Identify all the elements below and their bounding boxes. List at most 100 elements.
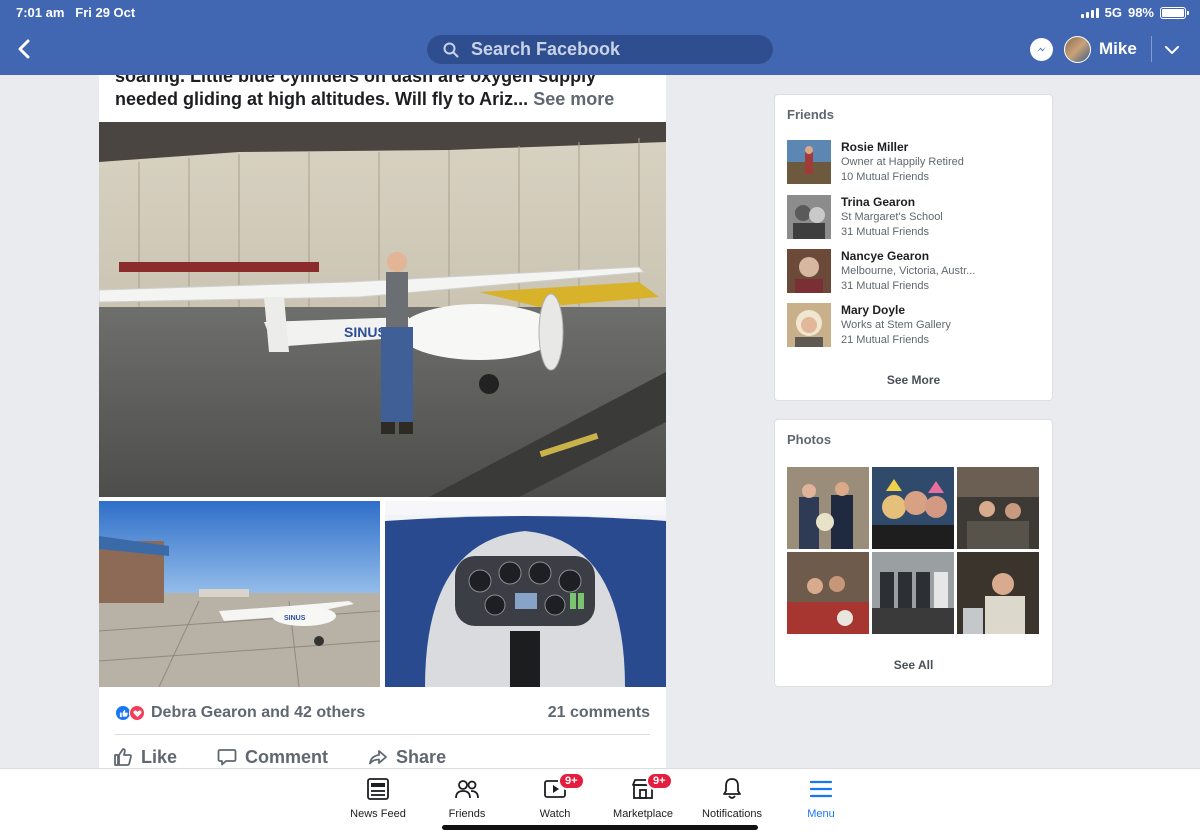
photo-grid (787, 467, 1040, 634)
reactions-text: Debra Gearon and 42 others (151, 704, 366, 721)
account-menu-button[interactable] (1160, 38, 1184, 62)
share-button[interactable]: Share (368, 747, 446, 768)
battery-icon (1160, 6, 1189, 19)
marketplace-badge: 9+ (646, 772, 673, 790)
friend-subtitle: Works at Stem Gallery (841, 319, 951, 331)
post-card: soaring. Little blue cylinders on dash a… (99, 75, 666, 768)
photos-card: Photos See All (775, 420, 1052, 686)
tab-marketplace[interactable]: 9+ Marketplace (599, 772, 687, 820)
glider-livery-text: SINUS (344, 324, 387, 340)
friend-name: Mary Doyle (841, 303, 906, 317)
profile-avatar[interactable] (1064, 36, 1091, 63)
back-arrow-icon (18, 39, 30, 59)
apron-glider-livery-text: SINUS (284, 615, 306, 622)
battery-percent: 98% (1127, 5, 1154, 20)
comments-count-link[interactable]: 21 comments (548, 704, 650, 722)
photo-thumbnail[interactable] (872, 467, 954, 549)
tab-label: News Feed (350, 808, 406, 820)
friends-card: Friends Rosie Miller Owner at Happily Re… (775, 95, 1052, 400)
friend-avatar (787, 303, 831, 347)
news-feed-icon (365, 776, 391, 802)
friend-item[interactable]: Mary Doyle Works at Stem Gallery 21 Mutu… (787, 303, 1042, 349)
glider-apron-image: SINUS (99, 501, 380, 687)
friend-mutual-count: 10 Mutual Friends (841, 171, 930, 183)
friend-subtitle: St Margaret's School (841, 211, 943, 223)
bell-icon (719, 776, 745, 802)
friend-mutual-count: 21 Mutual Friends (841, 334, 930, 346)
tab-notifications[interactable]: Notifications (688, 776, 776, 820)
tab-menu[interactable]: Menu (777, 776, 865, 820)
photo-thumbnail[interactable] (787, 552, 869, 634)
tab-label: Marketplace (613, 808, 673, 820)
post-photo-hangar[interactable]: SINUS (99, 122, 666, 497)
like-button[interactable]: Like (113, 747, 177, 768)
comment-icon (217, 749, 237, 766)
see-more-link[interactable]: See more (533, 89, 614, 109)
cockpit-panel-image (385, 501, 666, 687)
friend-mutual-count: 31 Mutual Friends (841, 226, 930, 238)
back-button[interactable] (12, 36, 36, 62)
post-photo-apron[interactable]: SINUS (99, 501, 380, 687)
battery-level (1162, 8, 1184, 17)
friend-item[interactable]: Trina Gearon St Margaret's School 31 Mut… (787, 195, 1042, 241)
comment-label: Comment (245, 746, 329, 767)
post-actions: Like Comment Share (113, 745, 653, 768)
tab-label: Notifications (702, 808, 762, 820)
profile-name[interactable]: Mike (1099, 39, 1137, 59)
photos-card-title: Photos (787, 432, 832, 447)
photo-thumbnail[interactable] (872, 552, 954, 634)
marketplace-icon: 9+ (630, 772, 673, 802)
post-text-line-2: needed gliding at high altitudes. Will f… (115, 88, 655, 111)
post-text-line-1: soaring. Little blue cylinders on dash a… (115, 75, 597, 86)
watch-icon: 9+ (542, 772, 585, 802)
top-navigation-bar: 7:01 am Fri 29 Oct 5G 98% Mike (0, 0, 1200, 75)
home-indicator[interactable] (442, 825, 758, 830)
thumbs-up-icon (114, 748, 132, 766)
tab-news-feed[interactable]: News Feed (334, 776, 422, 820)
hangar-glider-image: SINUS (99, 122, 666, 497)
post-action-divider (115, 734, 650, 735)
signal-icon (1080, 7, 1099, 18)
menu-icon (808, 776, 834, 802)
friend-name: Rosie Miller (841, 140, 909, 154)
photo-thumbnail[interactable] (787, 467, 869, 549)
friend-subtitle: Owner at Happily Retired (841, 156, 964, 168)
like-label: Like (141, 746, 178, 767)
see-more-friends-link[interactable]: See More (775, 373, 1052, 387)
friend-item[interactable]: Rosie Miller Owner at Happily Retired 10… (787, 140, 1042, 186)
tab-label: Menu (807, 808, 835, 820)
friend-avatar (787, 249, 831, 293)
friend-item[interactable]: Nancye Gearon Melbourne, Victoria, Austr… (787, 249, 1042, 295)
tab-friends[interactable]: Friends (423, 776, 511, 820)
share-label: Share (396, 746, 447, 767)
tab-watch[interactable]: 9+ Watch (511, 772, 599, 820)
friend-name: Nancye Gearon (841, 249, 930, 263)
search-input[interactable] (471, 39, 751, 60)
friends-card-title: Friends (787, 107, 834, 122)
reactions-summary: Debra Gearon and 42 others 21 comments (115, 703, 650, 723)
status-time: 7:01 am (16, 5, 65, 20)
status-bar-indicators: 5G 98% (1080, 5, 1189, 20)
messenger-icon (1036, 46, 1047, 53)
reactions-link[interactable]: Debra Gearon and 42 others (115, 704, 365, 722)
love-reaction-icon (129, 705, 145, 721)
comment-button[interactable]: Comment (217, 747, 328, 768)
chevron-down-icon (1165, 45, 1179, 54)
friend-subtitle: Melbourne, Victoria, Austr... (841, 265, 976, 277)
friends-icon (454, 776, 480, 802)
header-divider (1151, 36, 1152, 62)
post-text: soaring. Little blue cylinders on dash a… (115, 75, 655, 111)
friend-avatar (787, 140, 831, 184)
search-bar[interactable] (427, 35, 773, 64)
watch-badge: 9+ (558, 772, 585, 790)
friend-name: Trina Gearon (841, 195, 916, 209)
photo-thumbnail[interactable] (957, 552, 1039, 634)
friend-mutual-count: 31 Mutual Friends (841, 280, 930, 292)
friend-avatar (787, 195, 831, 239)
post-photo-cockpit[interactable] (385, 501, 666, 687)
photo-thumbnail[interactable] (957, 467, 1039, 549)
messenger-button[interactable] (1030, 38, 1053, 61)
post-text-line-2-content: needed gliding at high altitudes. Will f… (115, 89, 529, 109)
see-all-photos-link[interactable]: See All (775, 658, 1052, 672)
status-date: Fri 29 Oct (75, 5, 136, 20)
